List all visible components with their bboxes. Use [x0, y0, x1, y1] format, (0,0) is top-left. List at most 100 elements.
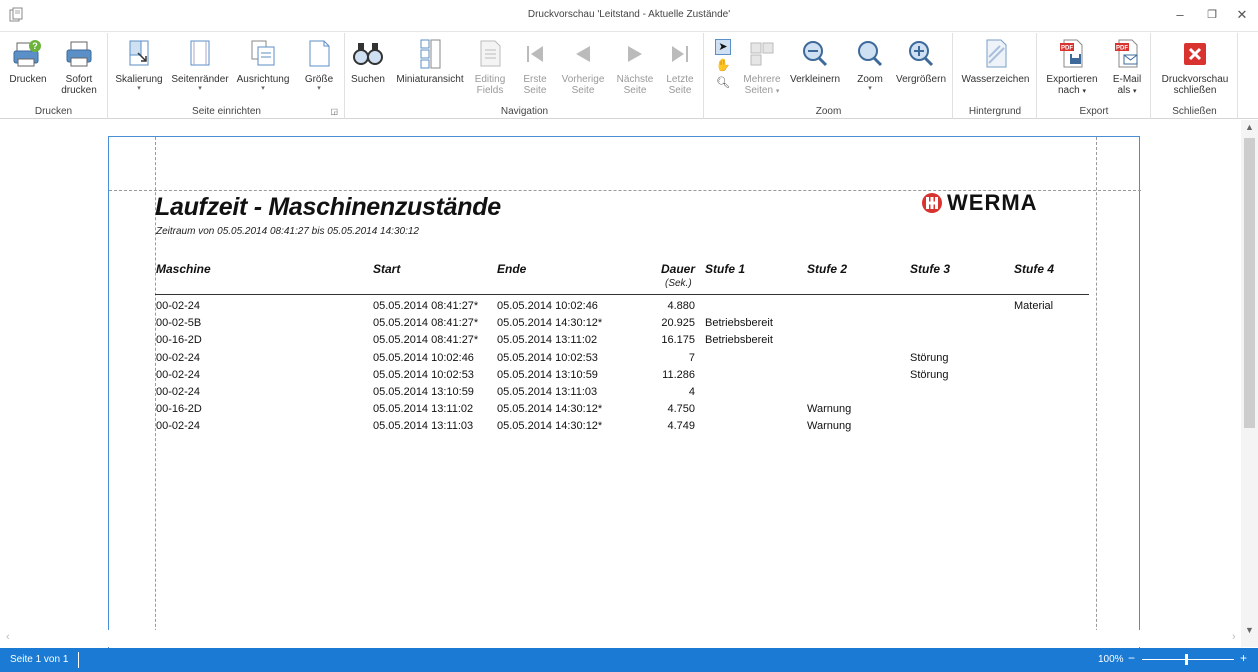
title-bar: Druckvorschau 'Leitstand - Aktuelle Zust…	[0, 0, 1258, 32]
cell-start: 05.05.2014 10:02:53	[373, 368, 474, 381]
seitenraender-dropdown-icon: ▾	[198, 85, 202, 92]
erste-label-2: Seite	[523, 85, 547, 96]
miniaturansicht-label: Miniaturansicht	[396, 74, 464, 85]
verkleinern-button[interactable]: Verkleinern	[789, 37, 841, 85]
scroll-right-icon[interactable]: ›	[1232, 631, 1236, 643]
ausrichtung-button[interactable]: Ausrichtung ▾	[233, 37, 293, 93]
vorherige-seite-button[interactable]: Vorherige Seite	[558, 37, 608, 96]
zoom-label: Zoom	[857, 74, 883, 85]
email-button[interactable]: PDF E-Mail als ▾	[1106, 37, 1148, 97]
mehrere-label-2: Seiten	[744, 85, 774, 96]
report-title: Laufzeit - Maschinenzustände	[155, 193, 501, 221]
mehrere-dropdown-icon: ▾	[775, 88, 780, 95]
minimize-button[interactable]: –	[1167, 4, 1193, 26]
suchen-label: Suchen	[351, 74, 385, 85]
cell-maschine: 00-16-2D	[156, 403, 202, 416]
cell-ende: 05.05.2014 10:02:53	[497, 351, 598, 364]
sofort-label-1: Sofort	[65, 74, 93, 85]
letzte-seite-button[interactable]: Letzte Seite	[660, 37, 700, 96]
group-zoom: ➤ ✋ 🔍︎ Mehrere Seiten ▾ Verkleinern Zoom…	[705, 33, 953, 119]
cell-ende: 05.05.2014 13:11:03	[497, 386, 598, 398]
zoom-plus-button[interactable]: +	[1240, 651, 1247, 665]
drucken-label: Drucken	[9, 74, 47, 85]
vertical-scrollbar[interactable]: ▲ ▼	[1241, 120, 1258, 647]
editing-fields-button[interactable]: Editing Fields	[470, 37, 510, 96]
zoom-out-icon	[803, 41, 828, 67]
group-label-navigation: Navigation	[500, 106, 549, 117]
naechste-seite-button[interactable]: Nächste Seite	[614, 37, 656, 96]
sofort-label-2: drucken	[61, 85, 97, 96]
werma-logo-icon	[922, 193, 942, 213]
scroll-down-icon[interactable]: ▼	[1241, 625, 1258, 635]
pointer-tool-icon[interactable]: ➤	[715, 39, 731, 55]
editing-label-1: Editing	[474, 74, 506, 85]
restore-button[interactable]: ❐	[1199, 4, 1225, 26]
cell-dauer: 4.749	[667, 420, 695, 433]
zoom-slider-track[interactable]	[1142, 659, 1234, 660]
margins-icon	[190, 40, 210, 66]
email-dropdown-icon: ▾	[1133, 88, 1137, 95]
next-page-icon	[628, 46, 642, 62]
cell-maschine: 00-02-24	[156, 420, 201, 433]
printer-icon: ?	[13, 40, 41, 67]
zoom-minus-button[interactable]: −	[1128, 651, 1135, 665]
vergroessern-button[interactable]: Vergrößern	[893, 37, 949, 85]
zoom-in-icon	[909, 41, 934, 67]
cell-maschine: 00-02-24	[156, 386, 201, 398]
close-window-button[interactable]: ✕	[1229, 4, 1255, 26]
vertical-scroll-thumb[interactable]	[1244, 138, 1255, 428]
drucken-button[interactable]: ? Drucken	[6, 37, 50, 85]
cell-ende: 05.05.2014 13:11:02	[497, 334, 598, 347]
zoom-button[interactable]: Zoom ▾	[849, 37, 891, 93]
wasserzeichen-label: Wasserzeichen	[961, 74, 1030, 85]
magnifier-tool-icon[interactable]: 🔍︎	[715, 75, 731, 91]
cell-ende: 05.05.2014 14:30:12*	[497, 317, 603, 330]
schliessen-label-2: schließen	[1173, 85, 1217, 96]
cell-dauer: 4	[688, 386, 695, 398]
export-pdf-icon: PDF	[1060, 39, 1083, 68]
cell-dauer: 4.880	[667, 300, 695, 312]
verkleinern-label: Verkleinern	[789, 74, 841, 85]
cell-start: 05.05.2014 08:41:27*	[373, 317, 479, 330]
mehrere-label-1: Mehrere	[743, 74, 781, 85]
erste-seite-button[interactable]: Erste Seite	[516, 37, 554, 96]
horizontal-scrollbar[interactable]: ‹ ›	[0, 630, 1241, 647]
quick-print-icon	[66, 41, 92, 67]
schliessen-label-1: Druckvorschau	[1161, 74, 1229, 85]
suchen-button[interactable]: Suchen	[348, 37, 388, 85]
col-header-dauer: Dauer	[661, 262, 696, 276]
wasserzeichen-button[interactable]: Wasserzeichen	[958, 37, 1033, 85]
exportieren-button[interactable]: PDF Exportieren nach ▾	[1042, 37, 1102, 97]
header-rule	[155, 294, 1089, 295]
cell-s2: Warnung	[807, 403, 852, 416]
cell-dauer: 11.286	[662, 368, 695, 381]
zoom-slider-thumb[interactable]	[1185, 654, 1188, 665]
group-label-hintergrund: Hintergrund	[968, 106, 1022, 117]
scroll-up-icon[interactable]: ▲	[1241, 122, 1258, 132]
window-title: Druckvorschau 'Leitstand - Aktuelle Zust…	[527, 9, 731, 20]
cell-start: 05.05.2014 13:11:03	[373, 420, 474, 433]
skalierung-button[interactable]: Skalierung ▾	[113, 37, 165, 93]
dialog-launcher-icon[interactable]: ◲	[330, 107, 338, 116]
seitenraender-button[interactable]: Seitenränder ▾	[169, 37, 231, 93]
cell-dauer: 4.750	[667, 403, 695, 416]
email-label-1: E-Mail	[1112, 74, 1142, 85]
mehrere-seiten-button[interactable]: Mehrere Seiten ▾	[737, 37, 787, 97]
col-header-stufe1: Stufe 1	[705, 262, 746, 276]
cell-start: 05.05.2014 08:41:27*	[373, 334, 479, 347]
cell-maschine: 00-02-5B	[156, 317, 202, 330]
document-viewer[interactable]: Laufzeit - Maschinenzustände Zeitraum vo…	[0, 120, 1258, 657]
miniaturansicht-button[interactable]: Miniaturansicht	[392, 37, 468, 85]
group-schliessen: Druckvorschau schließen Schließen	[1152, 33, 1238, 119]
cell-start: 05.05.2014 13:10:59	[373, 386, 474, 398]
hand-tool-icon[interactable]: ✋	[715, 57, 731, 73]
scroll-left-icon[interactable]: ‹	[6, 631, 10, 643]
col-header-stufe4: Stufe 4	[1014, 262, 1055, 276]
skalierung-label: Skalierung	[115, 74, 163, 85]
first-page-icon	[527, 46, 543, 62]
sofort-drucken-button[interactable]: Sofort drucken	[56, 37, 102, 96]
group-export: PDF Exportieren nach ▾ PDF E-Mail als ▾ …	[1038, 33, 1151, 119]
cell-s1: Betriebsbereit	[705, 317, 773, 330]
druckvorschau-schliessen-button[interactable]: Druckvorschau schließen	[1156, 37, 1234, 96]
groesse-button[interactable]: Größe ▾	[297, 37, 341, 93]
